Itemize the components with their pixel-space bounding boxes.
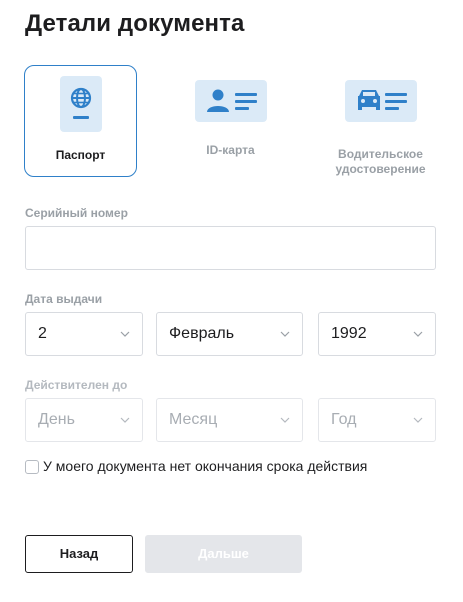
id-card-icon: [194, 80, 267, 122]
doc-type-label: Паспорт: [55, 148, 106, 162]
serial-number-label: Серийный номер: [25, 206, 128, 220]
issue-year-select[interactable]: 1992: [318, 312, 436, 356]
no-expiry-label[interactable]: У моего документа нет окончания срока де…: [43, 458, 403, 474]
doc-type-license[interactable]: Водительское удостоверение: [324, 65, 437, 177]
select-value: 2: [38, 325, 47, 342]
serial-number-input[interactable]: [25, 226, 436, 270]
select-placeholder: Месяц: [169, 411, 218, 428]
select-placeholder: День: [38, 411, 75, 428]
expiry-date-label: Действителен до: [25, 378, 128, 392]
globe-passport-icon: [59, 76, 102, 132]
issue-date-label: Дата выдачи: [25, 292, 103, 306]
chevron-down-icon: [280, 417, 290, 423]
issue-day-select[interactable]: 2: [25, 312, 143, 356]
chevron-down-icon: [413, 417, 423, 423]
expiry-year-select[interactable]: Год: [318, 398, 436, 442]
chevron-down-icon: [120, 331, 130, 337]
doc-type-label: ID-карта: [206, 143, 255, 157]
no-expiry-checkbox[interactable]: [25, 460, 39, 474]
chevron-down-icon: [120, 417, 130, 423]
car-icon: [344, 80, 417, 122]
chevron-down-icon: [413, 331, 423, 337]
issue-month-select[interactable]: Февраль: [156, 312, 303, 356]
expiry-day-select[interactable]: День: [25, 398, 143, 442]
document-type-selector: Паспорт ID-карта Водительское удостовере…: [24, 65, 438, 177]
page-title: Детали документа: [25, 10, 245, 37]
doc-type-id-card[interactable]: ID-карта: [174, 65, 287, 177]
back-button[interactable]: Назад: [25, 535, 133, 573]
doc-type-passport[interactable]: Паспорт: [24, 65, 137, 177]
next-button[interactable]: Дальше: [145, 535, 302, 573]
chevron-down-icon: [280, 331, 290, 337]
doc-type-label: Водительское удостоверение: [335, 147, 426, 176]
select-value: Февраль: [169, 325, 235, 342]
expiry-month-select[interactable]: Месяц: [156, 398, 303, 442]
select-value: 1992: [331, 325, 367, 342]
select-placeholder: Год: [331, 411, 357, 428]
